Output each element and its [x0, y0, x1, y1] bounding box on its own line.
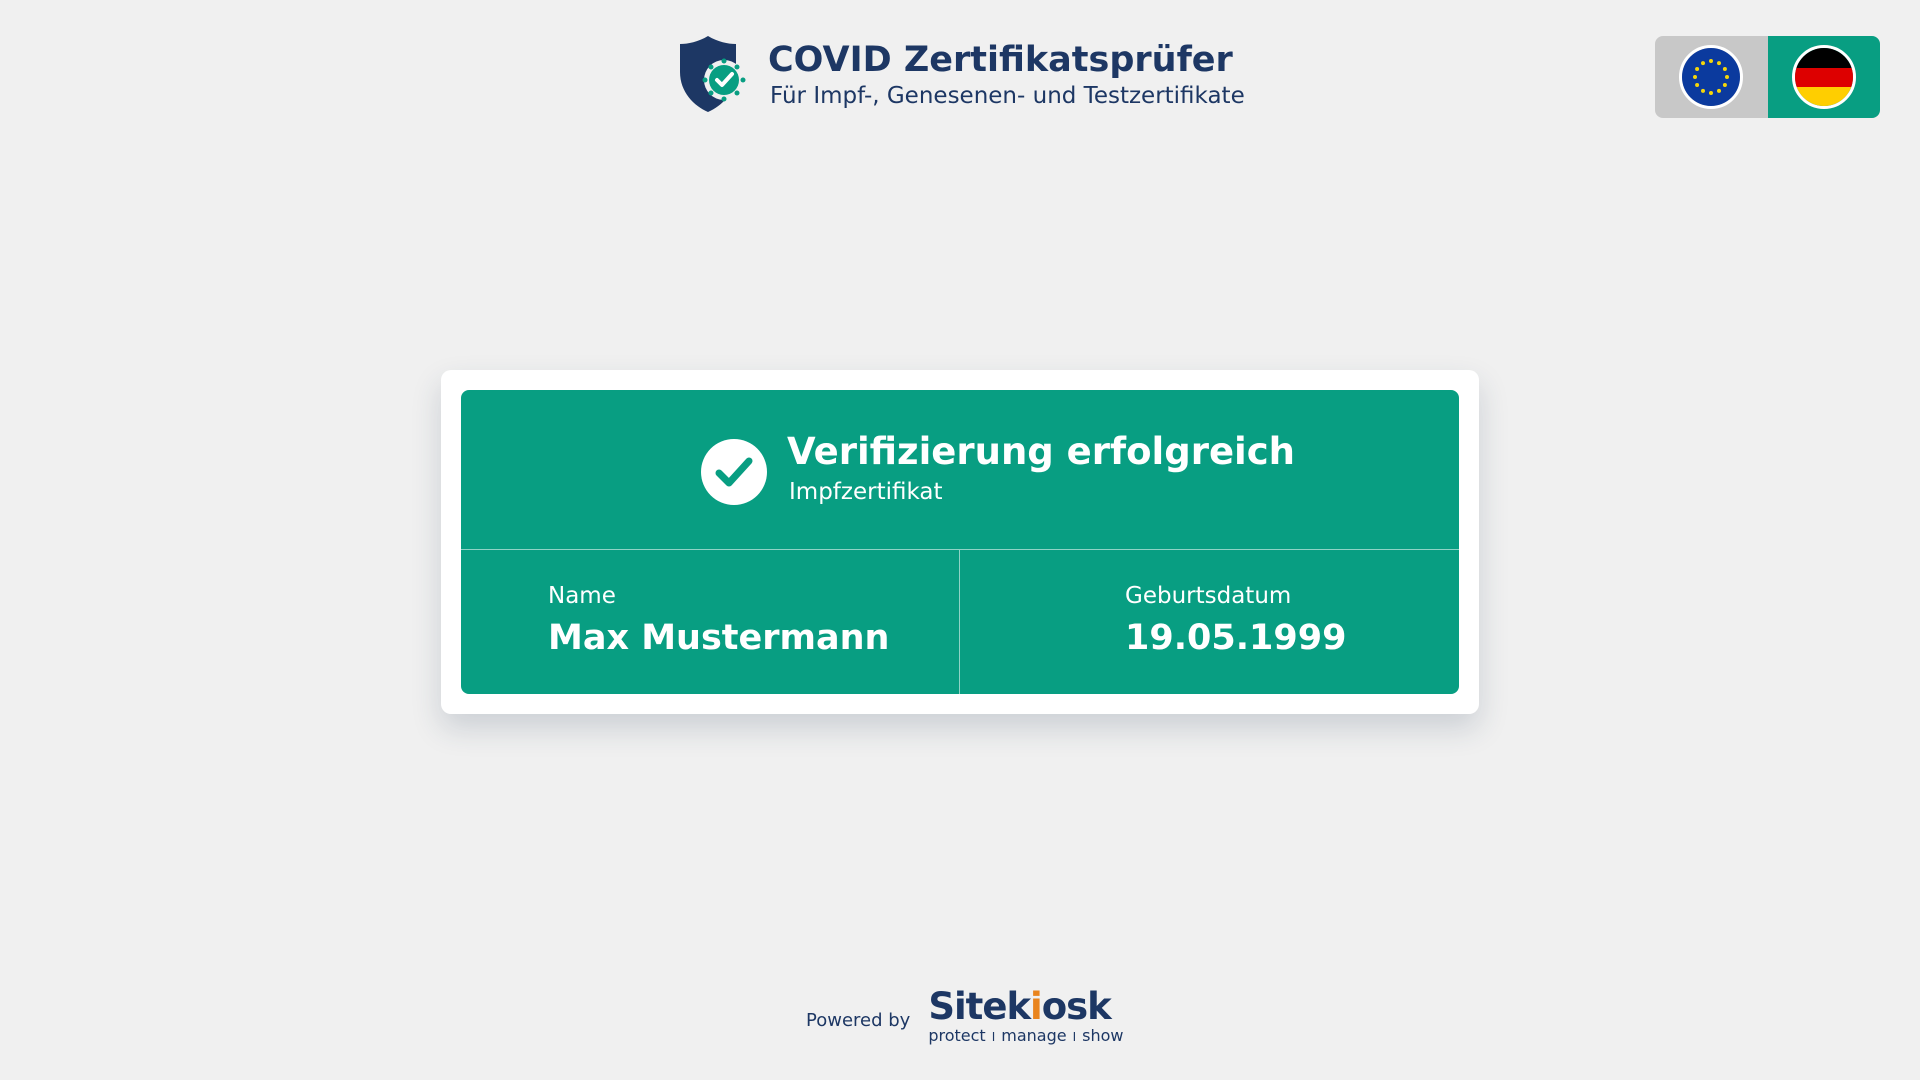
app-header: COVID Zertifikatsprüfer Für Impf-, Genes… — [676, 34, 1245, 114]
brand-name-part1: Sitek — [928, 985, 1031, 1028]
page-title: COVID Zertifikatsprüfer — [768, 40, 1233, 80]
language-switch — [1655, 36, 1880, 118]
page: COVID Zertifikatsprüfer Für Impf-, Genes… — [0, 0, 1920, 1080]
certificate-type: Impfzertifikat — [789, 479, 943, 505]
birthdate-label: Geburtsdatum — [1125, 583, 1292, 609]
tagline-show: show — [1082, 1026, 1124, 1045]
language-option-de[interactable] — [1767, 36, 1880, 118]
birthdate-field: Geburtsdatum 19.05.1999 — [960, 550, 1459, 694]
check-circle-icon — [701, 439, 767, 505]
brand-name-part3: osk — [1041, 985, 1112, 1028]
tagline-protect: protect — [928, 1026, 986, 1045]
shield-check-icon — [680, 36, 746, 112]
sitekiosk-logo: Sitekiosk protect Imanage Ishow — [928, 988, 1123, 1047]
birthdate-value: 19.05.1999 — [1125, 618, 1347, 658]
german-flag-icon — [1791, 45, 1856, 109]
page-subtitle: Für Impf-, Genesenen- und Testzertifikat… — [770, 83, 1245, 109]
tagline-separator: I — [1072, 1030, 1077, 1044]
name-field: Name Max Mustermann — [461, 550, 960, 694]
verification-result-panel: Verifizierung erfolgreich Impfzertifikat… — [461, 390, 1459, 694]
tagline-separator: I — [991, 1030, 996, 1044]
name-label: Name — [548, 583, 616, 609]
brand-name: Sitekiosk — [928, 988, 1123, 1026]
status-title: Verifizierung erfolgreich — [787, 430, 1295, 473]
tagline-manage: manage — [1001, 1026, 1067, 1045]
language-option-eu[interactable] — [1655, 36, 1768, 118]
verification-status: Verifizierung erfolgreich Impfzertifikat — [461, 390, 1459, 550]
header-titles: COVID Zertifikatsprüfer Für Impf-, Genes… — [768, 38, 1245, 110]
footer: Powered by Sitekiosk protect Imanage Ishow — [806, 988, 1123, 1047]
brand-tagline: protect Imanage Ishow — [928, 1026, 1123, 1047]
eu-flag-icon — [1679, 45, 1744, 109]
verification-card: Verifizierung erfolgreich Impfzertifikat… — [441, 370, 1479, 714]
brand-name-accent: i — [1030, 985, 1043, 1028]
name-value: Max Mustermann — [548, 618, 890, 658]
powered-by-label: Powered by — [806, 1010, 911, 1031]
